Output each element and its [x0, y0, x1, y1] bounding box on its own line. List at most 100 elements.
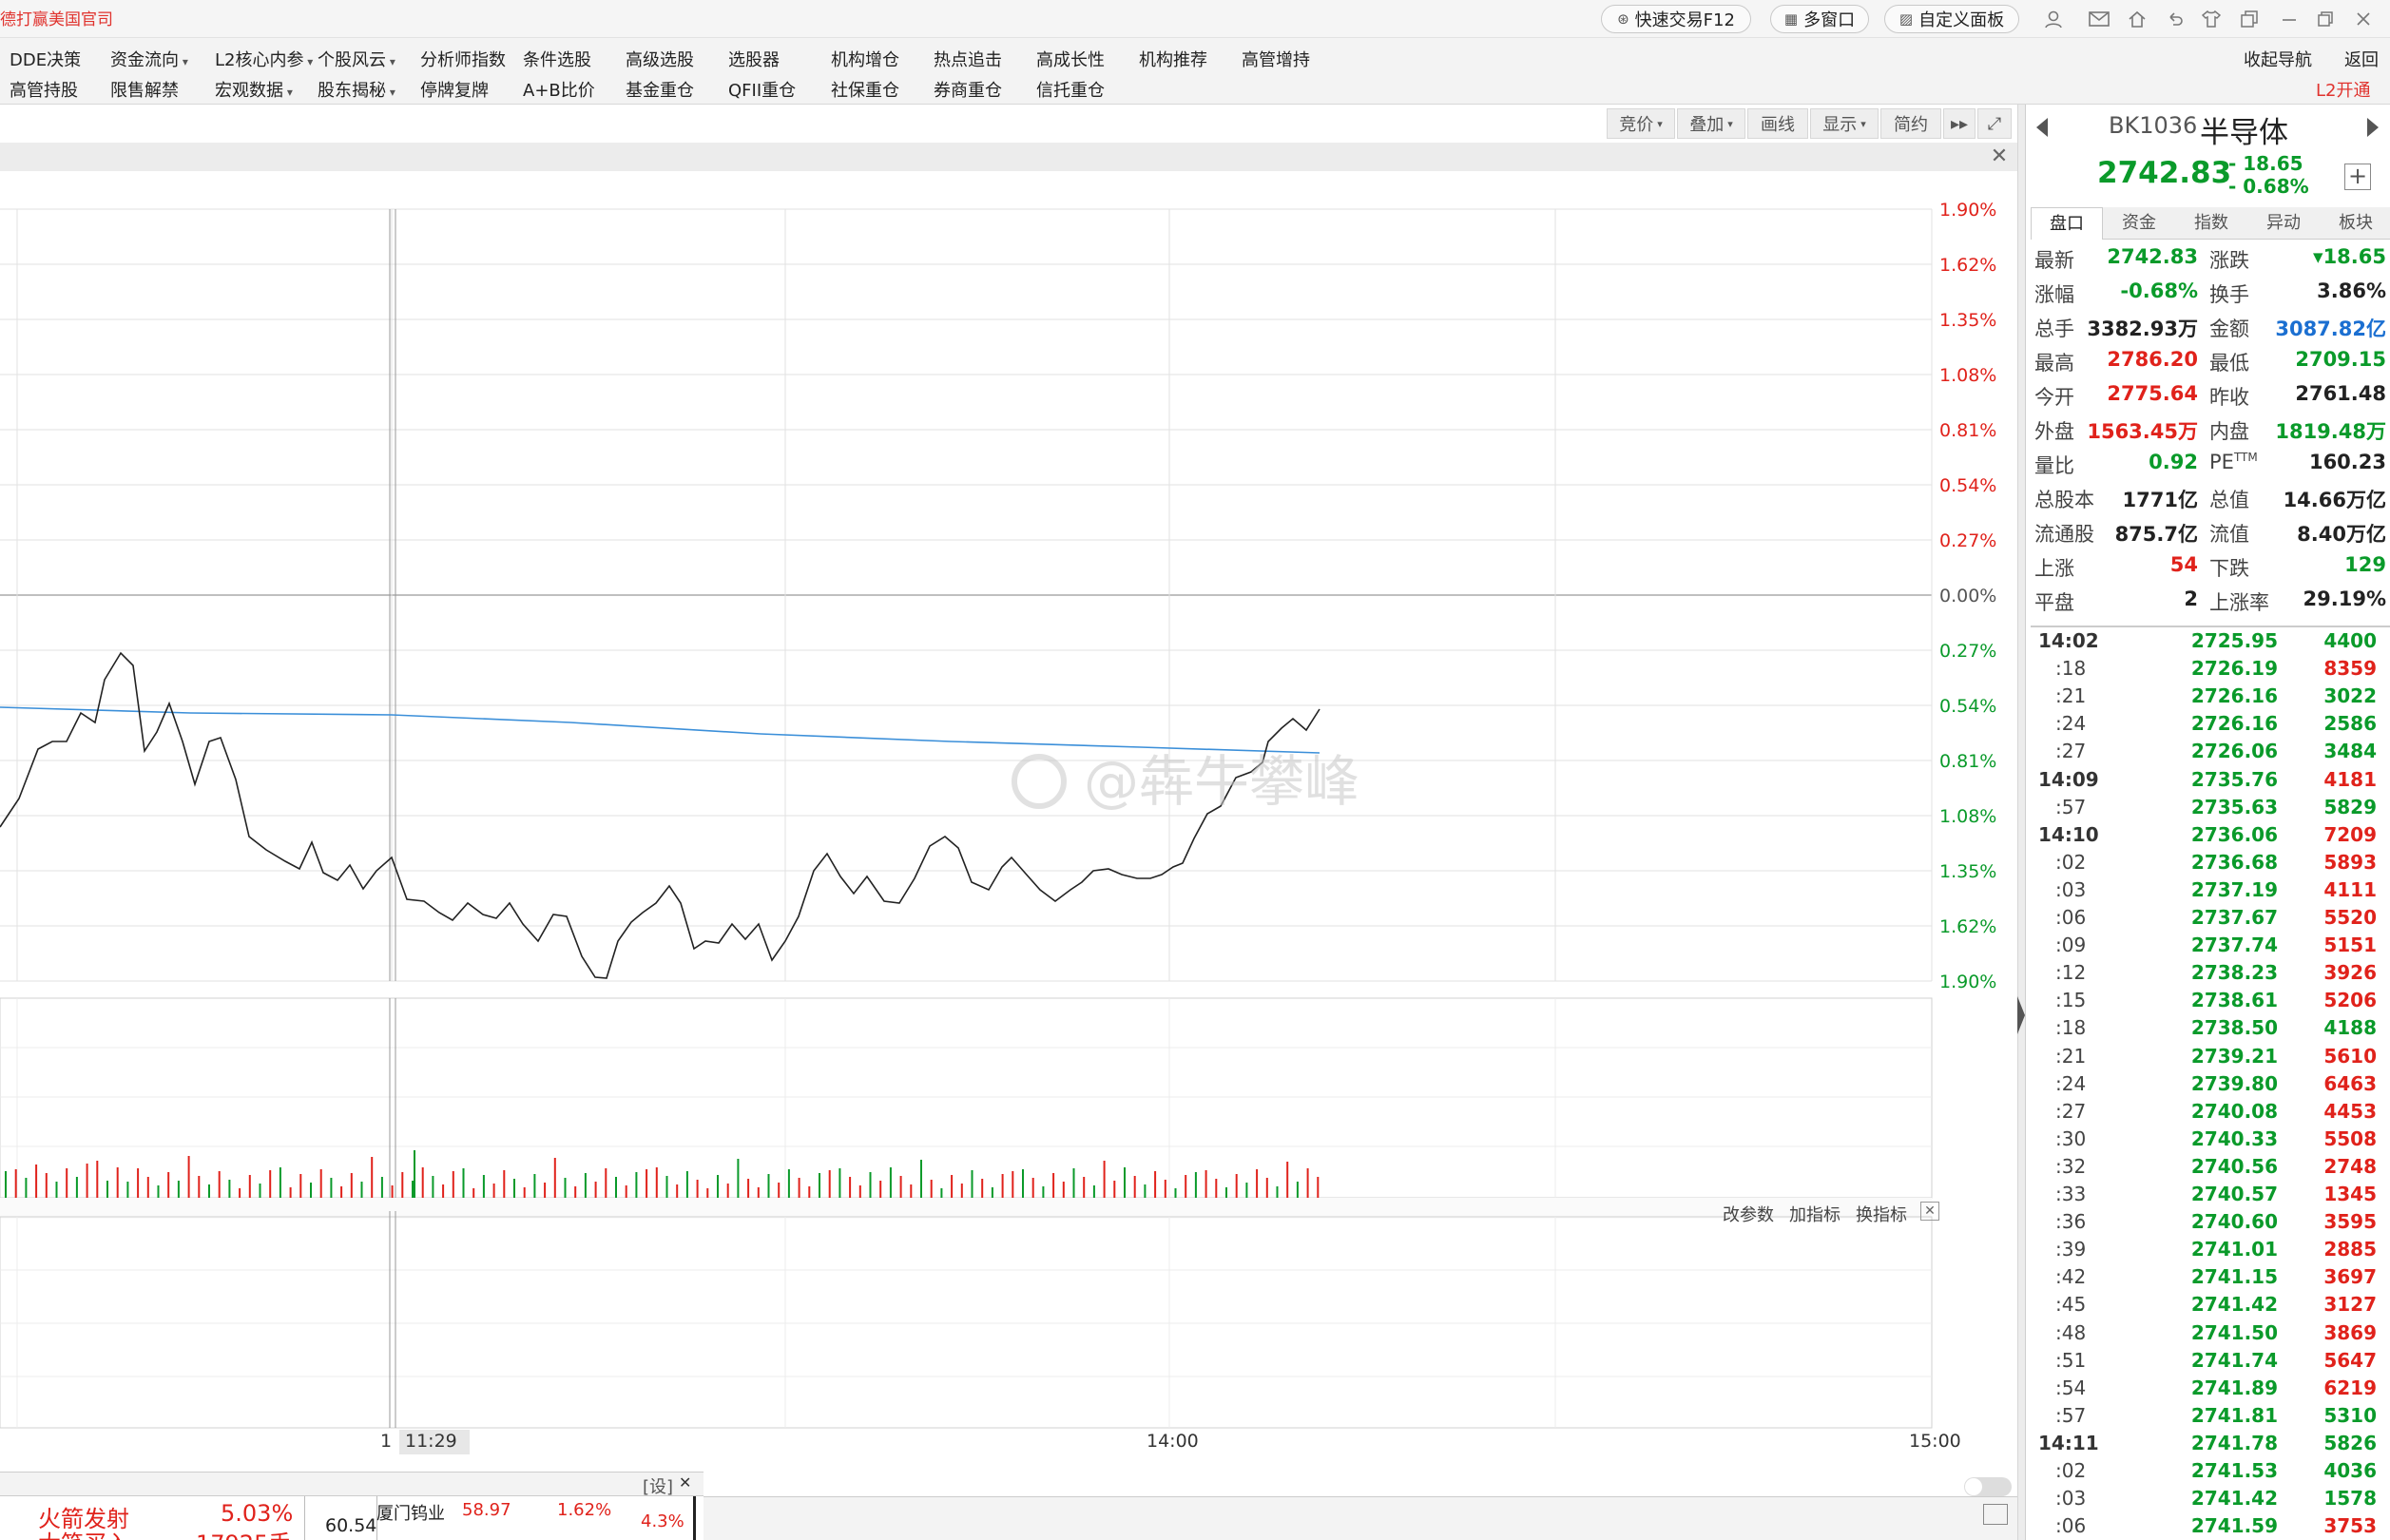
back-button[interactable]: 返回 [2344, 47, 2379, 71]
restore-icon[interactable] [2314, 8, 2337, 30]
menu-item-l2-insight[interactable]: L2核心内参 [215, 47, 313, 71]
menu-item-condition-select[interactable]: 条件选股 [523, 47, 591, 71]
menu-item-exec-holdings[interactable]: 高管持股 [10, 77, 78, 102]
menu-item-fund-flow[interactable]: 资金流向 [110, 47, 188, 71]
tick-volume: 1578 [2323, 1487, 2377, 1511]
custom-panel-label: 自定义面板 [1918, 10, 2005, 30]
tick-volume: 4453 [2323, 1099, 2377, 1123]
menu-item-hot-track[interactable]: 热点追击 [934, 47, 1002, 71]
quote-label: 上涨 [2034, 557, 2074, 580]
tick-time: :45 [2055, 1293, 2087, 1317]
menu-item-screener[interactable]: 选股器 [728, 47, 780, 71]
toggle-switch[interactable] [1964, 1477, 2012, 1496]
menu-item-dde[interactable]: DDE决策 [10, 47, 81, 71]
menu-item-lockup-release[interactable]: 限售解禁 [110, 77, 179, 102]
quote-row: 平盘 2 上涨率 29.19% [2034, 587, 2386, 622]
switch-indicator-button[interactable]: 换指标 [1856, 1202, 1907, 1226]
menu-item-trust-heavy[interactable]: 信托重仓 [1036, 77, 1105, 102]
settings-button[interactable]: [设] [643, 1473, 673, 1498]
time-axis-label: 15:00 [1909, 1431, 1961, 1452]
sidebar-tabs: 盘口 资金 指数 异动 板块 [2031, 207, 2390, 240]
tick-price: 2740.56 [2190, 1154, 2278, 1178]
expand-right-icon[interactable]: ▸▸ [1943, 108, 1976, 139]
menu-item-advanced-select[interactable]: 高级选股 [626, 47, 694, 71]
panel-splitter[interactable] [2017, 105, 2025, 1540]
float-window-icon[interactable] [2238, 8, 2261, 30]
menu-item-analyst-index[interactable]: 分析师指数 [420, 47, 506, 71]
tick-time: :02 [2055, 850, 2087, 874]
tick-time: :33 [2055, 1183, 2087, 1205]
change-params-button[interactable]: 改参数 [1723, 1202, 1774, 1226]
tick-price: 2740.57 [2190, 1183, 2278, 1205]
next-stock-icon[interactable] [2367, 118, 2379, 137]
navigation-menu: DDE决策 资金流向 L2核心内参 个股风云 分析师指数 条件选股 高级选股 选… [0, 38, 2390, 105]
overlay-dropdown[interactable]: 叠加 ▾ [1677, 108, 1745, 139]
prev-stock-icon[interactable] [2036, 118, 2048, 137]
tick-time: :12 [2055, 961, 2087, 985]
intraday-chart[interactable]: 1.90% 1.62% 1.35% 1.08% 0.81% 0.54% 0.27% 0.00%… [0, 171, 2017, 1464]
menu-item-ab-ratio[interactable]: A+B比价 [523, 77, 595, 102]
grid-icon: ▦ [1783, 10, 1799, 28]
menu-item-inst-recommend[interactable]: 机构推荐 [1139, 47, 1207, 71]
home-icon[interactable] [2126, 8, 2149, 30]
menu-item-high-growth[interactable]: 高成长性 [1036, 47, 1105, 71]
quote-label: 下跌 [2209, 557, 2249, 580]
tick-time: 14:10 [2038, 822, 2099, 846]
tick-row: :42 2741.15 3697 [2031, 1265, 2390, 1293]
draw-line-button[interactable]: 画线 [1747, 108, 1808, 139]
menu-item-broker-heavy[interactable]: 券商重仓 [934, 77, 1002, 102]
menu-item-fund-heavy[interactable]: 基金重仓 [626, 77, 694, 102]
l2-open-link[interactable]: L2开通 [2316, 77, 2370, 102]
mail-icon[interactable] [2088, 8, 2111, 30]
stock-mini-pct: 1.62% [557, 1500, 612, 1520]
tick-price: 2740.60 [2190, 1210, 2278, 1234]
tab-movement[interactable]: 异动 [2247, 207, 2320, 240]
menu-item-shareholders[interactable]: 股东揭秘 [318, 77, 395, 102]
close-chart-icon[interactable]: ✕ [1985, 143, 2014, 171]
divider [2031, 626, 2390, 627]
quote-row: 上涨 54 下跌 129 [2034, 553, 2386, 587]
quote-value: 2742.83 [2107, 245, 2198, 268]
menu-item-stock-news[interactable]: 个股风云 [318, 47, 395, 71]
bottom-panel-header [0, 1472, 704, 1496]
edit-panel-icon: ▨ [1899, 10, 1914, 28]
shirt-skin-icon[interactable] [2200, 8, 2223, 30]
tab-funds[interactable]: 资金 [2103, 207, 2175, 240]
collapse-nav-button[interactable]: 收起导航 [2244, 47, 2312, 71]
close-indicator-icon[interactable]: ✕ [1920, 1202, 1939, 1221]
indicator-header [0, 1198, 1932, 1219]
quote-label: 最低 [2209, 352, 2249, 375]
auction-dropdown[interactable]: 竞价 ▾ [1607, 108, 1675, 139]
add-watchlist-button[interactable]: + [2344, 164, 2371, 190]
tab-handicap[interactable]: 盘口 [2031, 207, 2103, 240]
tick-volume: 4111 [2323, 877, 2377, 901]
tab-sector[interactable]: 板块 [2320, 207, 2390, 240]
custom-panel-button[interactable]: ▨ 自定义面板 [1884, 5, 2019, 33]
minimize-icon[interactable] [2278, 8, 2301, 30]
menu-item-social-heavy[interactable]: 社保重仓 [831, 77, 899, 102]
add-indicator-button[interactable]: 加指标 [1789, 1202, 1841, 1226]
close-icon[interactable] [2352, 8, 2375, 30]
menu-item-macro-data[interactable]: 宏观数据 [215, 77, 293, 102]
multi-window-button[interactable]: ▦ 多窗口 [1770, 5, 1869, 33]
tick-volume: 5310 [2323, 1403, 2377, 1427]
tick-time: :27 [2055, 740, 2087, 763]
simple-mode-button[interactable]: 简约 [1880, 108, 1941, 139]
fullscreen-icon[interactable]: ⤢ [1977, 108, 2012, 139]
menu-item-qfii-heavy[interactable]: QFII重仓 [728, 77, 796, 102]
user-icon[interactable] [2042, 8, 2065, 30]
back-arrow-icon[interactable] [2164, 8, 2187, 30]
menu-item-inst-increase[interactable]: 机构增仓 [831, 47, 899, 71]
close-panel-icon[interactable]: ✕ [679, 1473, 691, 1492]
quick-trade-button[interactable]: ⊛ 快速交易F12 [1601, 5, 1751, 33]
quote-value: 14.66万亿 [2283, 489, 2386, 511]
display-dropdown[interactable]: 显示 ▾ [1810, 108, 1879, 139]
menu-item-exec-buy[interactable]: 高管增持 [1242, 47, 1310, 71]
tick-volume: 5206 [2323, 989, 2377, 1012]
tab-index[interactable]: 指数 [2175, 207, 2247, 240]
quote-value: 1771亿 [2122, 489, 2198, 511]
tick-row: :45 2741.42 3127 [2031, 1293, 2390, 1320]
tick-row: :57 2735.63 5829 [2031, 796, 2390, 823]
menu-item-suspension[interactable]: 停牌复牌 [420, 77, 489, 102]
panel-toggle-icon[interactable] [1983, 1504, 2008, 1525]
